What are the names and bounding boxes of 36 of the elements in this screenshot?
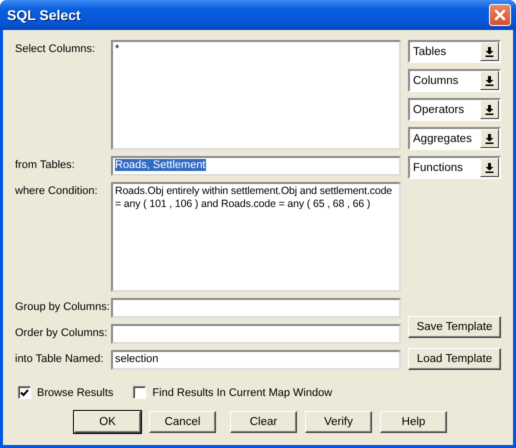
field-label: from Tables: [15,158,76,173]
text-area[interactable]: Roads.Obj entirely within settlement.Obj and settlement.code = any ( 101 , 106 ) and Roads.code = any ( 65 , 68 , 66 ) [111,182,401,292]
down-arrow-icon [485,162,494,172]
dropdown[interactable]: Aggregates [408,127,501,150]
field-label: where Condition: [15,184,99,199]
dialog-button[interactable]: Help [380,411,447,433]
template-button[interactable]: Save Template [408,316,501,338]
dialog-button[interactable]: Clear [230,411,297,433]
down-arrow-icon [485,104,494,114]
dropdown[interactable]: Tables [408,40,501,63]
dropdown[interactable]: Functions [408,156,501,179]
input-field[interactable]: selection [111,350,401,370]
template-button[interactable]: Load Template [408,348,501,370]
field-label: Select Columns: [15,42,96,57]
input-field[interactable] [111,324,401,344]
field-label: Order by Columns: [15,326,108,341]
dropdown[interactable]: Operators [408,98,501,121]
down-arrow-icon [485,134,494,144]
checkbox-label: Browse Results [37,386,114,398]
dialog-button[interactable]: OK [74,411,141,433]
close-icon [494,9,506,21]
dialog-button[interactable]: Cancel [149,411,216,433]
field-label: Group by Columns: [15,300,111,315]
checkbox[interactable] [18,386,31,399]
input-field[interactable] [111,298,401,318]
checkbox-label: Find Results In Current Map Window [152,386,332,398]
dialog-button[interactable]: Verify [305,411,372,433]
text-area[interactable]: * [111,40,401,150]
down-arrow-icon [485,76,494,86]
down-arrow-icon [485,46,494,56]
dropdown[interactable]: Columns [408,69,501,92]
input-field[interactable]: Roads, Settlement [111,156,401,176]
window-title: SQL Select [6,7,81,23]
close-button[interactable] [489,4,511,26]
checkbox[interactable] [133,386,146,399]
field-label: into Table Named: [15,352,104,367]
